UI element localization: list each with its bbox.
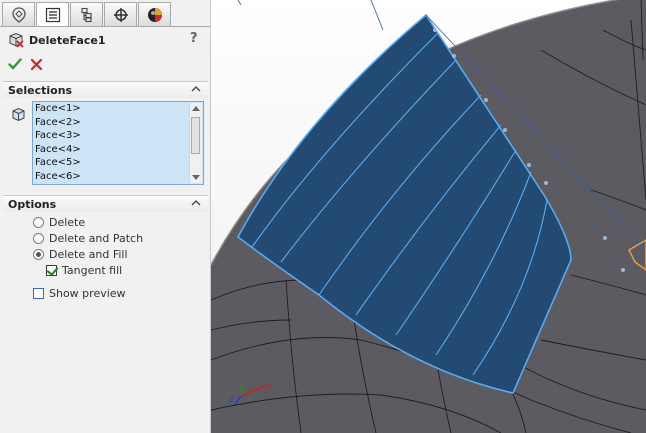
selection-item[interactable]: Face<2> <box>33 116 203 130</box>
model-view[interactable]: X Y Z <box>211 0 646 433</box>
selection-item[interactable]: Face<4> <box>33 143 203 157</box>
selections-heading: Selections <box>8 84 73 97</box>
scroll-down-arrow-icon[interactable] <box>192 175 200 180</box>
graphics-viewport[interactable]: X Y Z <box>211 0 646 433</box>
feature-title: DeleteFace1 <box>29 33 106 47</box>
selections-list: Face<1> Face<2> Face<3> Face<4> Face<5> Face<… <box>33 102 203 183</box>
cancel-button[interactable] <box>30 58 43 71</box>
feature-tree-icon <box>11 6 26 23</box>
option-tangent-fill[interactable]: Tangent fill <box>46 264 122 277</box>
triad-z-label: Z <box>229 396 234 404</box>
feature-manager-tab[interactable] <box>2 2 35 26</box>
selection-item[interactable]: Face<3> <box>33 129 203 143</box>
triad-y-label: Y <box>242 380 248 388</box>
selection-item[interactable]: Face<5> <box>33 156 203 170</box>
selections-header[interactable]: Selections <box>3 81 208 98</box>
property-list-icon <box>45 7 60 22</box>
selections-listbox[interactable]: Face<1> Face<2> Face<3> Face<4> Face<5> Face<… <box>32 101 204 185</box>
option-show-preview[interactable]: Show preview <box>33 287 126 300</box>
delete-and-patch-label: Delete and Patch <box>49 232 144 245</box>
tangent-fill-checkbox[interactable] <box>46 265 57 276</box>
option-delete-and-fill[interactable]: Delete and Fill <box>33 248 128 261</box>
ok-cancel-row <box>8 57 43 71</box>
option-delete-and-patch[interactable]: Delete and Patch <box>33 232 143 245</box>
configuration-icon <box>80 7 92 22</box>
scrollbar-thumb[interactable] <box>191 117 200 154</box>
tangent-fill-label: Tangent fill <box>62 264 123 277</box>
chevron-up-icon[interactable] <box>191 199 201 207</box>
chevron-up-icon[interactable] <box>191 85 201 93</box>
option-delete[interactable]: Delete <box>33 216 85 229</box>
selection-item[interactable]: Face<6> <box>33 170 203 184</box>
show-preview-checkbox[interactable] <box>33 288 44 299</box>
scroll-up-arrow-icon[interactable] <box>192 106 200 111</box>
delete-radio[interactable] <box>33 217 44 228</box>
feature-title-row: DeleteFace1 <box>8 32 105 48</box>
crosshair-icon <box>113 7 128 22</box>
options-header[interactable]: Options <box>3 195 208 212</box>
delete-face-icon <box>9 32 24 48</box>
delete-and-fill-radio[interactable] <box>33 249 44 260</box>
appearance-ball-icon <box>147 7 162 22</box>
manager-tabbar <box>2 2 172 26</box>
selection-item[interactable]: Face<1> <box>33 102 203 116</box>
tabbar-divider <box>0 26 210 27</box>
delete-and-fill-label: Delete and Fill <box>49 248 128 261</box>
delete-label: Delete <box>49 216 86 229</box>
display-manager-tab[interactable] <box>138 2 171 26</box>
help-button[interactable]: ? <box>190 31 198 46</box>
listbox-scrollbar[interactable] <box>189 103 202 183</box>
show-preview-label: Show preview <box>49 287 126 300</box>
options-heading: Options <box>8 198 57 211</box>
triad-x-label: X <box>268 383 273 391</box>
configuration-manager-tab[interactable] <box>70 2 103 26</box>
delete-and-patch-radio[interactable] <box>33 233 44 244</box>
face-selection-icon <box>12 107 25 122</box>
dimxpert-tab[interactable] <box>104 2 137 26</box>
ok-button[interactable] <box>8 57 22 71</box>
property-manager-tab[interactable] <box>36 2 69 26</box>
property-manager-panel: DeleteFace1 ? Selections Face<1> Face<2> F… <box>0 0 211 433</box>
